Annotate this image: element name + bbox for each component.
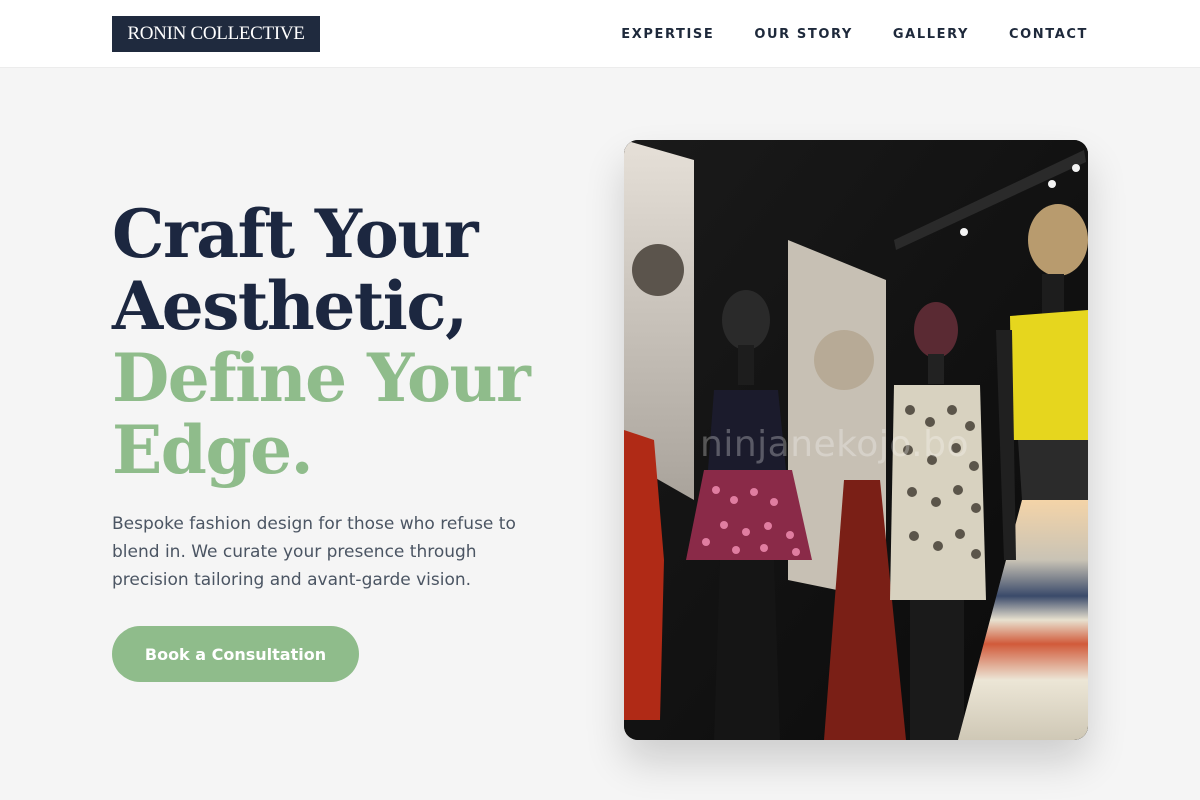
brand-logo[interactable]: RONIN COLLECTIVE [112,16,320,52]
image-watermark: ninjanekojo.bo [700,424,969,465]
hero-image: ninjanekojo.bo [624,140,1088,740]
nav-item-gallery[interactable]: GALLERY [893,27,969,42]
book-consultation-button[interactable]: Book a Consultation [112,626,359,682]
headline-line-1: Craft Your [112,195,479,273]
site-header: RONIN COLLECTIVE EXPERTISE OUR STORY GAL… [0,0,1200,68]
nav-item-contact[interactable]: CONTACT [1009,27,1088,42]
hero-description: Bespoke fashion design for those who ref… [112,514,516,590]
headline-line-2: Aesthetic, [112,267,468,345]
headline-line-4: Edge. [112,411,314,489]
nav-item-expertise[interactable]: EXPERTISE [621,27,714,42]
hero-headline: Craft Your Aesthetic, Define Your Edge. [112,198,582,486]
main-nav: EXPERTISE OUR STORY GALLERY CONTACT [621,0,1088,68]
nav-item-our-story[interactable]: OUR STORY [754,27,853,42]
headline-line-3: Define Your [112,339,531,417]
